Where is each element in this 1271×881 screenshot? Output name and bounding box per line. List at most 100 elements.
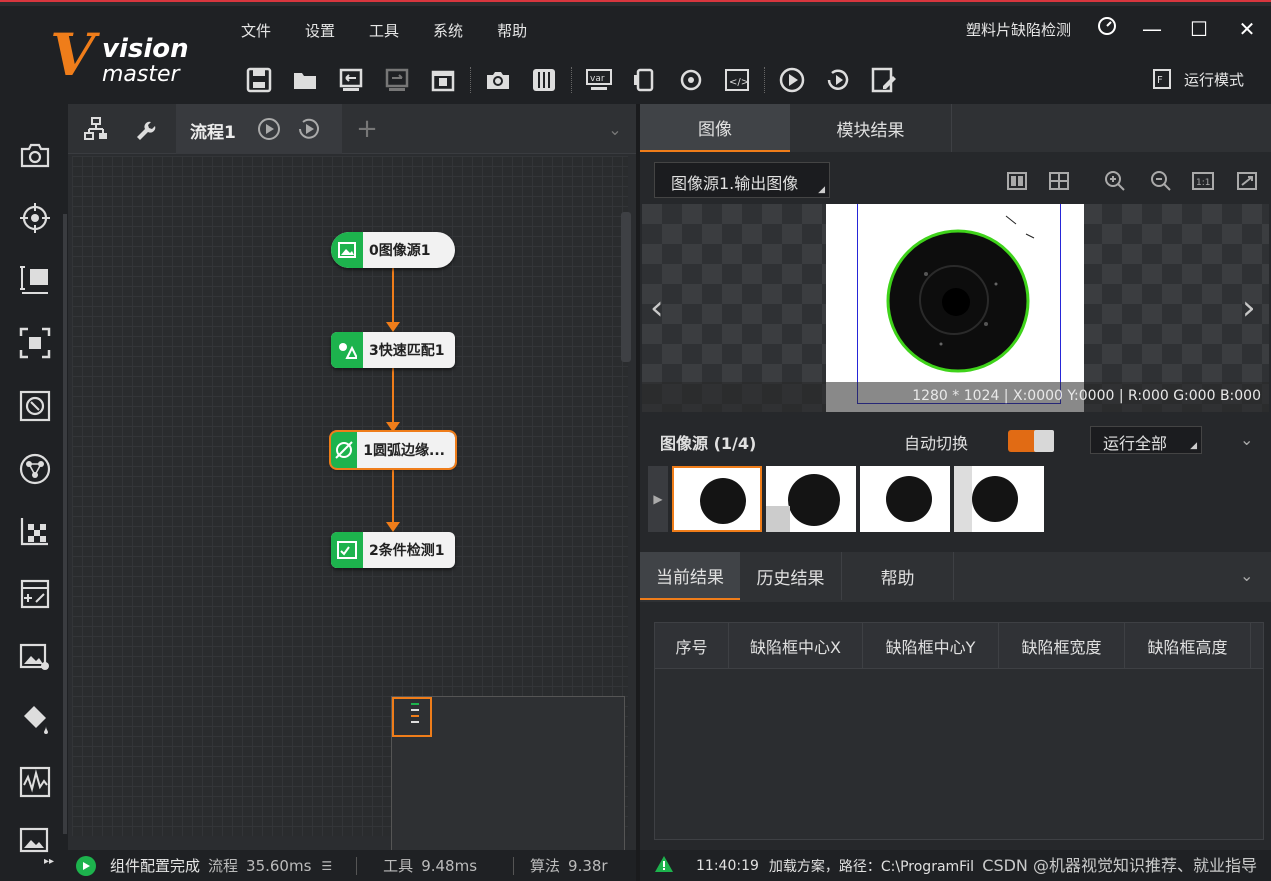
sidebar-scrollbar[interactable] <box>63 214 67 834</box>
image-processing-tool[interactable] <box>16 512 54 550</box>
flow-tab-label: 流程1 <box>190 123 236 143</box>
measurement-tool[interactable] <box>16 261 54 299</box>
chevron-down-icon[interactable]: ⌄ <box>1240 430 1253 449</box>
alignment-tool[interactable] <box>16 450 54 488</box>
tool-time-value: 9.48ms <box>421 856 478 875</box>
chevron-down-icon[interactable]: ⌄ <box>1240 566 1253 585</box>
defect-detection-tool[interactable] <box>16 638 54 676</box>
grid-view-icon[interactable] <box>1046 168 1072 194</box>
flow-node-label: 1圆弧边缘... <box>363 443 445 459</box>
app-header: V vision master 文件 设置 工具 系统 帮助 塑料片缺陷检测 —… <box>0 6 1271 104</box>
tab-history-result[interactable]: 历史结果 <box>740 552 842 600</box>
flow-detail-icon[interactable]: ☰ <box>321 859 332 873</box>
chevron-down-icon[interactable]: ⌄ <box>600 114 630 144</box>
flow-node-fast-match[interactable]: 3快速匹配1 <box>331 332 455 368</box>
flow-panel: 流程1 + ⌄ 0图像源1 3快速匹配1 1圆弧边缘... 2条件检测1 <box>68 104 636 881</box>
maximize-button[interactable]: ☐ <box>1184 14 1214 44</box>
right-panel: 图像 模块结果 图像源1.输出图像 ◢ 1:1 ‹ › 1280 * 1024 … <box>640 104 1271 881</box>
menu-system[interactable]: 系统 <box>416 16 480 46</box>
recognition-tool[interactable] <box>16 324 54 362</box>
positioning-tool[interactable] <box>16 199 54 237</box>
log-message: 加载方案，路径：C:\ProgramFil <box>768 858 974 875</box>
expand-arrows-icon[interactable]: ▸▸ <box>44 856 54 867</box>
close-button[interactable]: ✕ <box>1232 14 1262 44</box>
wrench-icon[interactable] <box>130 114 160 144</box>
deep-learning-tool[interactable] <box>16 822 54 860</box>
global-trigger-button[interactable] <box>668 60 714 100</box>
run-loop-button[interactable] <box>815 60 861 100</box>
config-status: 组件配置完成 <box>110 857 201 875</box>
thumbnail-collapse-handle[interactable]: ▶ <box>648 466 668 532</box>
logic-tool[interactable] <box>16 700 54 738</box>
split-view-icon[interactable] <box>1004 168 1030 194</box>
flow-node-image-source[interactable]: 0图像源1 <box>331 232 455 268</box>
flow-run-once-icon[interactable] <box>254 114 284 144</box>
communication-tool[interactable] <box>16 763 54 801</box>
auto-switch-toggle[interactable] <box>1008 430 1054 452</box>
flow-run-loop-icon[interactable] <box>294 114 324 144</box>
communication-button[interactable] <box>622 60 668 100</box>
crosshair-icon <box>20 203 50 233</box>
play-icon[interactable] <box>76 855 96 876</box>
flow-canvas[interactable]: 0图像源1 3快速匹配1 1圆弧边缘... 2条件检测1 <box>72 156 631 881</box>
folder-icon <box>294 73 316 89</box>
tab-current-result[interactable]: 当前结果 <box>640 552 740 600</box>
variable-button[interactable]: var <box>576 60 622 100</box>
tab-module-results[interactable]: 模块结果 <box>790 104 952 152</box>
column-header[interactable]: 序号 <box>655 623 729 668</box>
flow-node-condition-check[interactable]: 2条件检测1 <box>331 532 455 568</box>
redo-icon <box>385 68 409 91</box>
menu-settings[interactable]: 设置 <box>288 16 352 46</box>
thumbnail-image-2[interactable] <box>766 466 856 532</box>
chevron-right-icon[interactable]: › <box>1242 288 1256 328</box>
tab-help[interactable]: 帮助 <box>842 552 954 600</box>
canvas-vertical-scrollbar[interactable] <box>621 212 631 362</box>
zoom-in-icon[interactable] <box>1102 168 1128 194</box>
menu-help[interactable]: 帮助 <box>480 16 544 46</box>
thumbnail-image-1[interactable] <box>672 466 762 532</box>
minimize-button[interactable]: — <box>1137 14 1167 44</box>
run-once-button[interactable] <box>769 60 815 100</box>
warning-icon[interactable] <box>654 855 674 877</box>
save-button[interactable] <box>236 60 282 100</box>
chevron-left-icon[interactable]: ‹ <box>650 288 664 328</box>
lock-button[interactable] <box>420 60 466 100</box>
menu-file[interactable]: 文件 <box>224 16 288 46</box>
minimap-viewport[interactable] <box>392 697 432 737</box>
color-processing-tool[interactable] <box>16 575 54 613</box>
open-button[interactable] <box>282 60 328 100</box>
run-all-value: 运行全部 <box>1103 434 1168 453</box>
thumbnail-image-3[interactable] <box>860 466 950 532</box>
tab-image[interactable]: 图像 <box>640 104 790 152</box>
camera-button[interactable] <box>475 60 521 100</box>
add-flow-icon[interactable]: + <box>352 114 382 144</box>
redo-button[interactable] <box>374 60 420 100</box>
image-viewer[interactable]: ‹ › 1280 * 1024 | X:0000 Y:0000 | R:000 … <box>642 204 1269 412</box>
calibration-tool[interactable] <box>16 387 54 425</box>
controller-button[interactable] <box>521 60 567 100</box>
image-acquisition-tool[interactable] <box>16 136 54 174</box>
flow-tree-icon[interactable] <box>81 114 111 144</box>
thumbnail-image-4[interactable] <box>954 466 1044 532</box>
actual-size-icon[interactable]: 1:1 <box>1190 168 1216 194</box>
fit-window-icon[interactable] <box>1234 168 1260 194</box>
speedometer-icon[interactable] <box>1092 14 1122 44</box>
column-header[interactable]: 缺陷框宽度 <box>999 623 1125 668</box>
column-header[interactable]: 缺陷框中心Y <box>863 623 999 668</box>
log-time: 11:40:19 <box>696 857 759 874</box>
toolbar-separator <box>571 67 572 93</box>
roi-rectangle[interactable] <box>857 204 1061 404</box>
log-status-bar: 11:40:19 加载方案，路径：C:\ProgramFil CSDN @机器视… <box>640 850 1271 881</box>
column-header[interactable]: 缺陷框中心X <box>729 623 863 668</box>
run-all-select[interactable]: 运行全部 ◢ <box>1090 426 1202 454</box>
script-button[interactable]: </> <box>714 60 760 100</box>
flow-node-label: 2条件检测1 <box>369 543 445 559</box>
column-header[interactable]: 缺陷框高度 <box>1125 623 1251 668</box>
run-mode-button[interactable]: F 运行模式 <box>1152 68 1244 90</box>
image-source-select[interactable]: 图像源1.输出图像 ◢ <box>654 162 830 198</box>
zoom-out-icon[interactable] <box>1148 168 1174 194</box>
undo-button[interactable] <box>328 60 374 100</box>
flow-node-arc-edge[interactable]: 1圆弧边缘... <box>329 430 457 470</box>
edit-ui-button[interactable] <box>861 60 907 100</box>
menu-tools[interactable]: 工具 <box>352 16 416 46</box>
